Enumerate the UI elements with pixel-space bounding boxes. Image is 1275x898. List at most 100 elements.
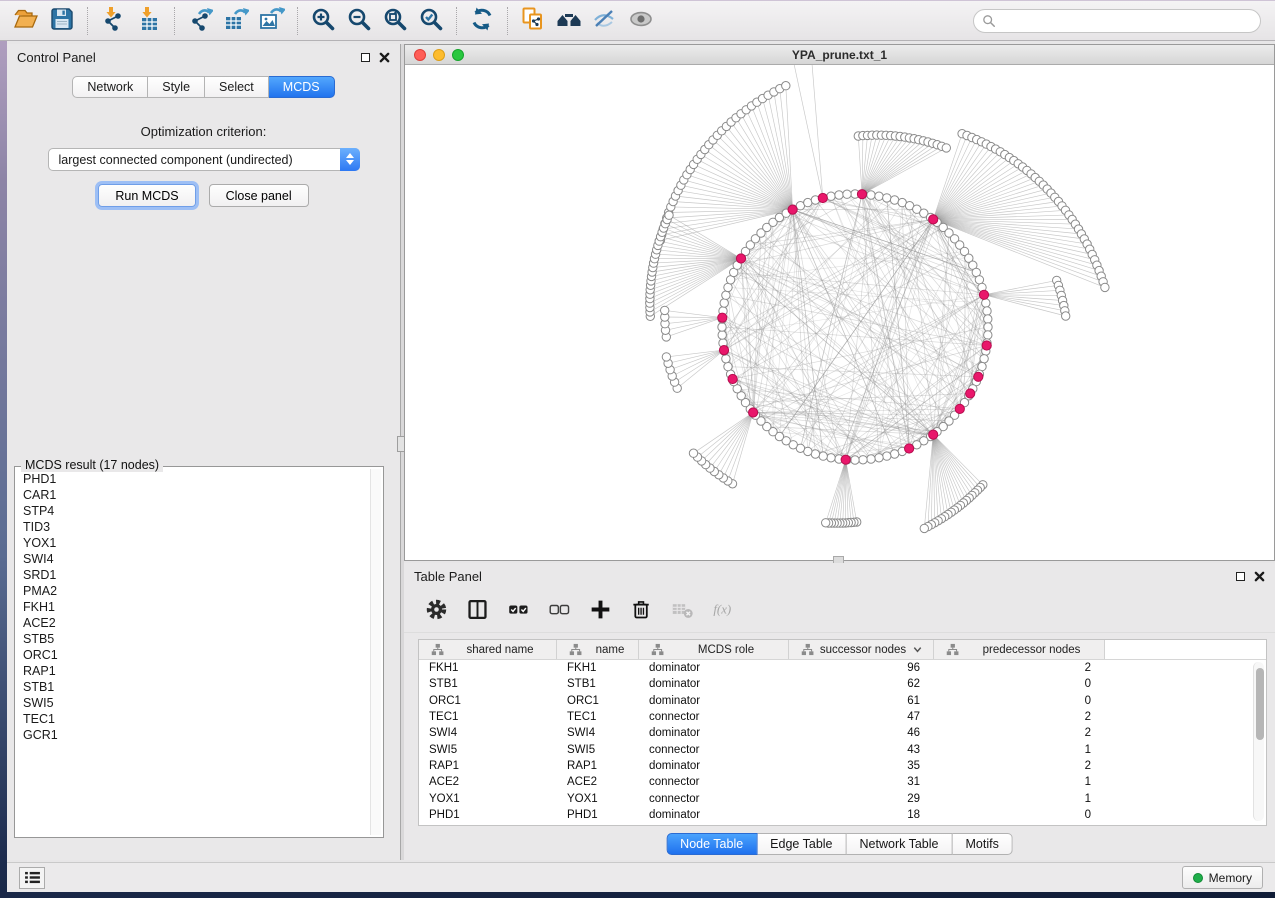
export-network-button[interactable]: [182, 5, 218, 37]
table-row[interactable]: STB1STB1dominator620: [419, 676, 1266, 692]
float-panel-icon[interactable]: [361, 53, 370, 62]
table-row[interactable]: ORC1ORC1dominator610: [419, 693, 1266, 709]
table-row[interactable]: SWI5SWI5connector431: [419, 741, 1266, 757]
list-item[interactable]: GCR1: [18, 727, 369, 743]
cell-predecessor-nodes[interactable]: 2: [934, 662, 1105, 674]
cell-name[interactable]: PHD1: [557, 809, 639, 821]
column-header-successor-nodes[interactable]: successor nodes: [789, 640, 934, 659]
tab-motifs[interactable]: Motifs: [952, 833, 1012, 855]
zoom-fit-button[interactable]: [377, 5, 413, 37]
cell-predecessor-nodes[interactable]: 2: [934, 727, 1105, 739]
close-panel-icon[interactable]: [379, 52, 390, 63]
optimization-criterion-select[interactable]: largest connected component (undirected): [48, 148, 360, 171]
list-item[interactable]: FKH1: [18, 599, 369, 615]
list-item[interactable]: ACE2: [18, 615, 369, 631]
column-header-name[interactable]: name: [557, 640, 639, 659]
table-row[interactable]: SWI4SWI4dominator462: [419, 725, 1266, 741]
cell-successor-nodes[interactable]: 18: [789, 809, 934, 821]
cell-name[interactable]: ORC1: [557, 695, 639, 707]
tab-style[interactable]: Style: [148, 76, 205, 98]
list-item[interactable]: RAP1: [18, 663, 369, 679]
cell-shared-name[interactable]: RAP1: [419, 760, 557, 772]
cell-successor-nodes[interactable]: 61: [789, 695, 934, 707]
add-column-button[interactable]: [588, 599, 612, 623]
cell-predecessor-nodes[interactable]: 2: [934, 760, 1105, 772]
cell-MCDS-role[interactable]: dominator: [639, 727, 789, 739]
cell-shared-name[interactable]: SWI5: [419, 744, 557, 756]
list-item[interactable]: PHD1: [18, 471, 369, 487]
cell-predecessor-nodes[interactable]: 0: [934, 695, 1105, 707]
cell-successor-nodes[interactable]: 46: [789, 727, 934, 739]
column-layout-button[interactable]: [465, 599, 489, 623]
cell-predecessor-nodes[interactable]: 1: [934, 793, 1105, 805]
hide-selected-button[interactable]: [587, 5, 623, 37]
list-item[interactable]: PMA2: [18, 583, 369, 599]
cell-MCDS-role[interactable]: dominator: [639, 809, 789, 821]
cell-successor-nodes[interactable]: 29: [789, 793, 934, 805]
cell-shared-name[interactable]: FKH1: [419, 662, 557, 674]
cell-MCDS-role[interactable]: dominator: [639, 662, 789, 674]
mcds-result-list[interactable]: PHD1CAR1STP4TID3YOX1SWI4SRD1PMA2FKH1ACE2…: [18, 471, 369, 834]
table-row[interactable]: YOX1YOX1connector291: [419, 790, 1266, 806]
select-all-columns-button[interactable]: [506, 599, 530, 623]
cell-name[interactable]: FKH1: [557, 662, 639, 674]
list-item[interactable]: TID3: [18, 519, 369, 535]
cell-predecessor-nodes[interactable]: 0: [934, 809, 1105, 821]
cell-name[interactable]: YOX1: [557, 793, 639, 805]
table-row[interactable]: RAP1RAP1dominator352: [419, 758, 1266, 774]
cell-name[interactable]: TEC1: [557, 711, 639, 723]
cell-successor-nodes[interactable]: 96: [789, 662, 934, 674]
zoom-selected-button[interactable]: [413, 5, 449, 37]
tab-select[interactable]: Select: [205, 76, 269, 98]
table-row[interactable]: ACE2ACE2connector311: [419, 774, 1266, 790]
cell-predecessor-nodes[interactable]: 1: [934, 776, 1105, 788]
table-row[interactable]: FKH1FKH1dominator962: [419, 660, 1266, 676]
cell-MCDS-role[interactable]: dominator: [639, 678, 789, 690]
tab-edge-table[interactable]: Edge Table: [757, 833, 846, 855]
binoculars-button[interactable]: [551, 5, 587, 37]
list-item[interactable]: STB1: [18, 679, 369, 695]
cell-MCDS-role[interactable]: connector: [639, 776, 789, 788]
cell-MCDS-role[interactable]: dominator: [639, 760, 789, 772]
cell-shared-name[interactable]: STB1: [419, 678, 557, 690]
network-canvas[interactable]: [405, 65, 1274, 560]
table-row[interactable]: PHD1PHD1dominator180: [419, 807, 1266, 823]
table-scrollbar-thumb[interactable]: [1256, 668, 1264, 740]
search-box[interactable]: [973, 9, 1261, 33]
show-all-button[interactable]: [623, 5, 659, 37]
import-table-button[interactable]: [131, 5, 167, 37]
search-input[interactable]: [996, 11, 1260, 31]
run-mcds-button[interactable]: Run MCDS: [98, 184, 195, 207]
close-table-panel-icon[interactable]: [1254, 571, 1265, 582]
settings-gear-button[interactable]: [424, 599, 448, 623]
clone-network-button[interactable]: [515, 5, 551, 37]
list-item[interactable]: STB5: [18, 631, 369, 647]
tab-network-table[interactable]: Network Table: [847, 833, 953, 855]
cell-shared-name[interactable]: ACE2: [419, 776, 557, 788]
deselect-all-columns-button[interactable]: [547, 599, 571, 623]
list-item[interactable]: CAR1: [18, 487, 369, 503]
list-item[interactable]: SWI4: [18, 551, 369, 567]
tab-network[interactable]: Network: [72, 76, 148, 98]
zoom-in-button[interactable]: [305, 5, 341, 37]
list-item[interactable]: YOX1: [18, 535, 369, 551]
cell-shared-name[interactable]: SWI4: [419, 727, 557, 739]
cell-predecessor-nodes[interactable]: 1: [934, 744, 1105, 756]
mcds-list-scrollbar[interactable]: [370, 469, 381, 835]
export-table-button[interactable]: [218, 5, 254, 37]
column-header-predecessor-nodes[interactable]: predecessor nodes: [934, 640, 1105, 659]
cell-name[interactable]: SWI5: [557, 744, 639, 756]
cell-name[interactable]: STB1: [557, 678, 639, 690]
cell-MCDS-role[interactable]: connector: [639, 744, 789, 756]
cell-MCDS-role[interactable]: connector: [639, 711, 789, 723]
column-header-MCDS-role[interactable]: MCDS role: [639, 640, 789, 659]
cell-successor-nodes[interactable]: 31: [789, 776, 934, 788]
export-image-button[interactable]: [254, 5, 290, 37]
cell-name[interactable]: ACE2: [557, 776, 639, 788]
cell-predecessor-nodes[interactable]: 0: [934, 678, 1105, 690]
cell-shared-name[interactable]: PHD1: [419, 809, 557, 821]
cell-successor-nodes[interactable]: 62: [789, 678, 934, 690]
table-row[interactable]: TEC1TEC1connector472: [419, 709, 1266, 725]
cell-MCDS-role[interactable]: dominator: [639, 695, 789, 707]
cell-shared-name[interactable]: YOX1: [419, 793, 557, 805]
